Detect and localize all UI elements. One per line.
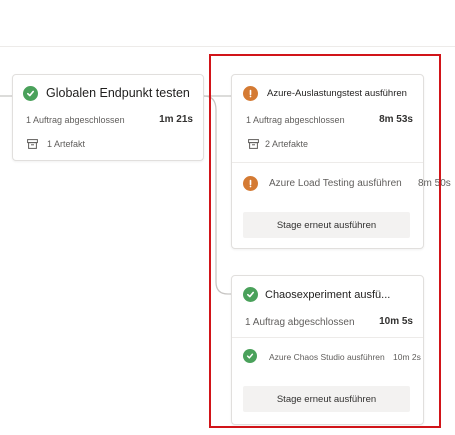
artifact-icon [27, 139, 38, 149]
stage-card-global-endpoint[interactable]: Globalen Endpunkt testen 1 Auftrag abges… [12, 74, 204, 161]
stage-title: Globalen Endpunkt testen [46, 86, 190, 100]
artifacts-link[interactable]: 1 Artefakt [47, 139, 85, 149]
stage-duration: 1m 21s [159, 114, 193, 125]
jobs-summary: 1 Auftrag abgeschlossen [26, 115, 125, 125]
check-circle-icon [23, 86, 38, 101]
highlight-box [209, 54, 441, 428]
